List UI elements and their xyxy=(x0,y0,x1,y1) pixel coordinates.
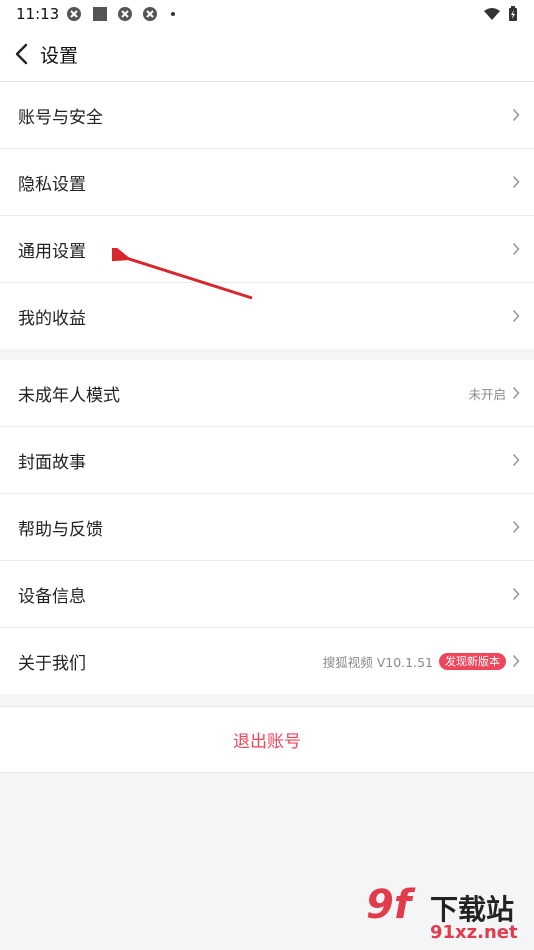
settings-item-label: 通用设置 xyxy=(18,242,86,262)
new-version-badge: 发现新版本 xyxy=(439,652,506,670)
wifi-icon xyxy=(484,8,500,20)
header: 设置 xyxy=(0,28,534,82)
settings-item-label: 未成年人模式 xyxy=(18,386,120,406)
row-right: 搜狐视频 V10.1.51 发现新版本 xyxy=(323,628,520,694)
row-right xyxy=(512,561,520,627)
row-right xyxy=(512,216,520,282)
app-version: 搜狐视频 V10.1.51 xyxy=(322,654,433,670)
row-right: 未开启 xyxy=(468,360,520,426)
settings-item-privacy[interactable]: 隐私设置 xyxy=(0,149,534,216)
notification-app-icon xyxy=(118,7,132,21)
page-title: 设置 xyxy=(40,45,79,67)
settings-item-teen-mode[interactable]: 未成年人模式 未开启 xyxy=(0,360,534,427)
settings-item-about-us[interactable]: 关于我们 搜狐视频 V10.1.51 发现新版本 xyxy=(0,628,534,694)
chevron-right-icon xyxy=(512,309,520,323)
notification-square-icon xyxy=(93,7,107,21)
settings-item-general[interactable]: 通用设置 xyxy=(0,216,534,283)
logout-label: 退出账号 xyxy=(233,732,301,752)
settings-item-account-security[interactable]: 账号与安全 xyxy=(0,82,534,149)
row-right xyxy=(512,149,520,215)
watermark-url: 91xz.net xyxy=(430,922,518,943)
notification-dot xyxy=(171,12,175,16)
watermark-logo: 9f xyxy=(366,882,412,928)
logout-button[interactable]: 退出账号 xyxy=(0,706,534,773)
settings-item-label: 隐私设置 xyxy=(18,175,86,195)
settings-item-label: 帮助与反馈 xyxy=(18,520,103,540)
notification-app-icon xyxy=(67,7,81,21)
status-bar: 11:13 xyxy=(0,0,534,28)
chevron-right-icon xyxy=(512,242,520,256)
chevron-right-icon xyxy=(512,453,520,467)
chevron-right-icon xyxy=(512,386,520,400)
settings-item-label: 关于我们 xyxy=(18,654,86,674)
chevron-right-icon xyxy=(512,108,520,122)
settings-item-earnings[interactable]: 我的收益 xyxy=(0,283,534,349)
settings-item-device-info[interactable]: 设备信息 xyxy=(0,561,534,628)
settings-group-general: 未成年人模式 未开启 封面故事 帮助与反馈 设备信息 关于我们 搜狐视频 V10… xyxy=(0,360,534,694)
settings-item-label: 设备信息 xyxy=(18,587,86,607)
chevron-right-icon xyxy=(512,520,520,534)
settings-item-label: 账号与安全 xyxy=(18,108,103,128)
annotation-arrow-icon xyxy=(112,248,253,300)
row-right xyxy=(512,494,520,560)
settings-group-account: 账号与安全 隐私设置 通用设置 我的收益 xyxy=(0,82,534,349)
row-right xyxy=(512,427,520,493)
chevron-right-icon xyxy=(512,587,520,601)
settings-item-cover-story[interactable]: 封面故事 xyxy=(0,427,534,494)
status-time: 11:13 xyxy=(16,5,60,23)
settings-item-label: 封面故事 xyxy=(18,453,86,473)
settings-item-label: 我的收益 xyxy=(18,309,86,329)
teen-mode-status: 未开启 xyxy=(468,386,506,402)
settings-item-help-feedback[interactable]: 帮助与反馈 xyxy=(0,494,534,561)
battery-icon xyxy=(509,6,517,21)
row-right xyxy=(512,283,520,349)
back-arrow-icon[interactable] xyxy=(12,42,32,66)
notification-app-icon xyxy=(143,7,157,21)
row-right xyxy=(512,82,520,148)
watermark: 9f 下载站 91xz.net xyxy=(360,880,530,948)
chevron-right-icon xyxy=(512,175,520,189)
chevron-right-icon xyxy=(512,654,520,668)
